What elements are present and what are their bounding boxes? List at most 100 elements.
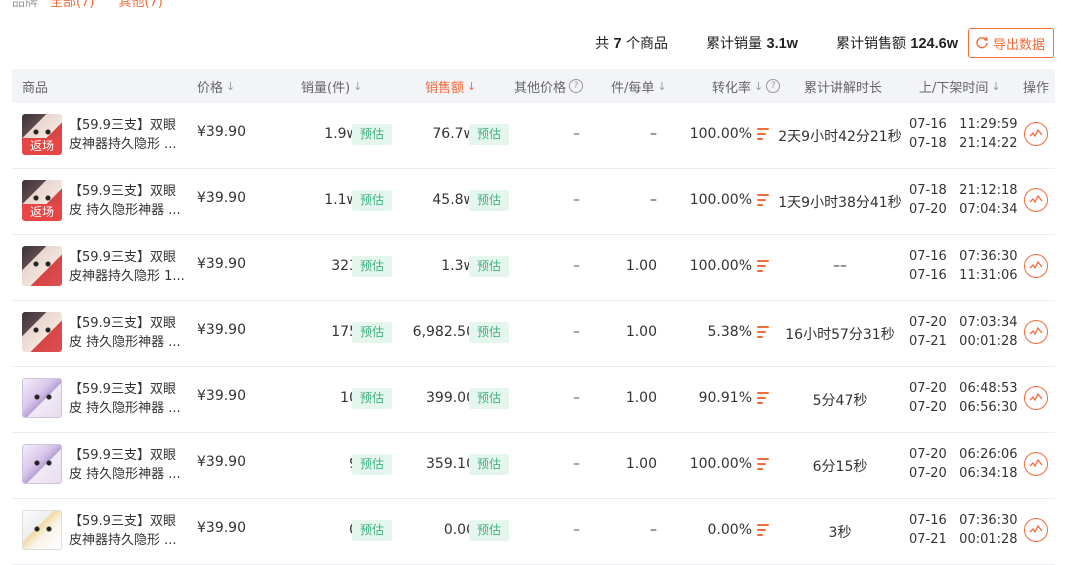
other-price: –: [573, 324, 580, 340]
product-title[interactable]: 【59.9三支】双眼皮神器持久隐形 1...: [69, 248, 187, 286]
on-shelf-time: 07-20 07:03:34: [909, 315, 1018, 330]
estimate-badge: 预估: [352, 124, 393, 145]
shelf-times: 07-20 06:26:06 07-20 06:34:18: [909, 445, 1018, 483]
breadcrumb-root: 品牌: [12, 0, 39, 10]
explain-duration: 3秒: [828, 525, 852, 541]
estimate-badge: 预估: [352, 454, 393, 475]
funnel-icon[interactable]: [757, 524, 769, 536]
col-product: 商品: [22, 80, 49, 96]
trend-chart-button[interactable]: [1024, 254, 1048, 278]
amount-value: 6,982.50: [412, 324, 475, 340]
trend-chart-button[interactable]: [1024, 122, 1048, 146]
estimate-badge: 预估: [352, 256, 393, 277]
help-icon[interactable]: ?: [766, 79, 781, 93]
price: ¥39.90: [197, 520, 246, 536]
estimate-badge: 预估: [469, 124, 510, 145]
col-amount[interactable]: 销售额 ↓: [425, 69, 476, 103]
other-price: –: [573, 258, 580, 274]
sort-icon: ↓: [754, 79, 764, 93]
total-revenue: 累计销售额 124.6w: [835, 36, 958, 52]
shelf-times: 07-16 07:36:30 07-21 00:01:28: [909, 511, 1018, 549]
col-shelf-time[interactable]: 上/下架时间 ↓: [919, 69, 1001, 103]
estimate-badge: 预估: [469, 190, 510, 211]
on-shelf-time: 07-20 06:48:53: [909, 381, 1018, 396]
sort-icon: ↓: [226, 79, 236, 93]
conversion-rate: 0.00%: [707, 522, 752, 538]
per-order: 1.00: [625, 258, 657, 274]
product-thumbnail[interactable]: [22, 444, 62, 484]
table-row: 【59.9三支】双眼皮 持久隐形神器 ...¥39.909预估359.10预估–…: [12, 433, 1055, 499]
off-shelf-time: 07-21 00:01:28: [909, 532, 1018, 547]
funnel-icon[interactable]: [757, 326, 769, 338]
trend-chart-button[interactable]: [1024, 320, 1048, 344]
product-title[interactable]: 【59.9三支】双眼皮 持久隐形神器 ...: [69, 182, 187, 220]
product-title[interactable]: 【59.9三支】双眼皮神器持久隐形 ...: [69, 116, 187, 154]
per-order: 1.00: [625, 390, 657, 406]
price: ¥39.90: [197, 124, 246, 140]
off-shelf-time: 07-18 21:14:22: [909, 136, 1018, 151]
trend-chart-button[interactable]: [1024, 386, 1048, 410]
trend-icon: [1029, 260, 1043, 270]
estimate-badge: 预估: [469, 520, 510, 541]
price: ¥39.90: [197, 388, 246, 404]
product-title[interactable]: 【59.9三支】双眼皮神器持久隐形 ...: [69, 512, 187, 550]
funnel-icon[interactable]: [757, 194, 769, 206]
explain-duration: 16小时57分31秒: [785, 327, 895, 343]
product-title[interactable]: 【59.9三支】双眼皮 持久隐形神器 ...: [69, 314, 187, 352]
col-action: 操作: [1023, 80, 1050, 96]
funnel-icon[interactable]: [757, 128, 769, 140]
product-title[interactable]: 【59.9三支】双眼皮 持久隐形神器 ...: [69, 446, 187, 484]
product-title[interactable]: 【59.9三支】双眼皮 持久隐形神器 ...: [69, 380, 187, 418]
other-price: –: [573, 126, 580, 142]
trend-chart-button[interactable]: [1024, 188, 1048, 212]
on-shelf-time: 07-16 07:36:30: [909, 249, 1018, 264]
funnel-icon[interactable]: [757, 392, 769, 404]
amount-value: 399.00: [426, 390, 475, 406]
sort-icon: ↓: [657, 79, 667, 93]
conversion-rate: 5.38%: [707, 324, 752, 340]
funnel-icon[interactable]: [757, 260, 769, 272]
filter-all-tab[interactable]: 全部(7): [50, 0, 94, 10]
shelf-times: 07-16 07:36:30 07-16 11:31:06: [909, 247, 1018, 285]
per-order: 1.00: [625, 324, 657, 340]
help-icon[interactable]: ?: [569, 79, 584, 93]
shelf-times: 07-20 06:48:53 07-20 06:56:30: [909, 379, 1018, 417]
amount-value: 359.10: [426, 456, 475, 472]
summary-bar: 共 7 个商品 累计销量 3.1w 累计销售额 124.6w 导出数据: [557, 28, 1054, 58]
per-order: –: [650, 192, 657, 208]
conversion-rate: 100.00%: [689, 456, 752, 472]
export-data-button[interactable]: 导出数据: [967, 28, 1054, 58]
rerun-tag: 返场: [22, 138, 62, 155]
estimate-badge: 预估: [469, 388, 510, 409]
col-price[interactable]: 价格 ↓: [197, 69, 235, 103]
conversion-rate: 100.00%: [689, 258, 752, 274]
trend-chart-button[interactable]: [1024, 518, 1048, 542]
shelf-times: 07-20 07:03:34 07-21 00:01:28: [909, 313, 1018, 351]
table-row: 【59.9三支】双眼皮 持久隐形神器 ... ¥39.90 10 预估 399.00 预估…: [12, 367, 1055, 433]
explain-duration: 6分15秒: [812, 459, 868, 475]
table-body: 返场 【59.9三支】双眼皮神器持久隐形 ... ¥39.90 1.9w 预估 76.7w…: [12, 103, 1055, 565]
funnel-icon[interactable]: [757, 458, 769, 470]
other-price: –: [573, 522, 580, 538]
col-sales[interactable]: 销量(件) ↓: [301, 69, 362, 103]
on-shelf-time: 07-18 21:12:18: [909, 183, 1018, 198]
col-conversion[interactable]: 转化率 ↓?: [712, 69, 781, 103]
trend-chart-button[interactable]: [1024, 452, 1048, 476]
off-shelf-time: 07-21 00:01:28: [909, 334, 1018, 349]
off-shelf-time: 07-20 06:34:18: [909, 466, 1018, 481]
off-shelf-time: 07-20 07:04:34: [909, 202, 1018, 217]
trend-icon: [1029, 524, 1043, 534]
filter-other-tab[interactable]: 其他(7): [118, 0, 162, 10]
sort-icon: ↓: [467, 79, 477, 93]
estimate-badge: 预估: [469, 322, 510, 343]
on-shelf-time: 07-16 07:36:30: [909, 513, 1018, 528]
product-thumbnail[interactable]: [22, 378, 62, 418]
product-thumbnail[interactable]: [22, 312, 62, 352]
sort-icon: ↓: [991, 79, 1001, 93]
conversion-rate: 100.00%: [689, 126, 752, 142]
product-thumbnail[interactable]: [22, 246, 62, 286]
breadcrumb: 品牌 全部(7) 其他(7): [12, 0, 163, 10]
col-per-order[interactable]: 件/每单 ↓: [611, 69, 667, 103]
product-thumbnail[interactable]: [22, 510, 62, 550]
per-order: –: [650, 126, 657, 142]
